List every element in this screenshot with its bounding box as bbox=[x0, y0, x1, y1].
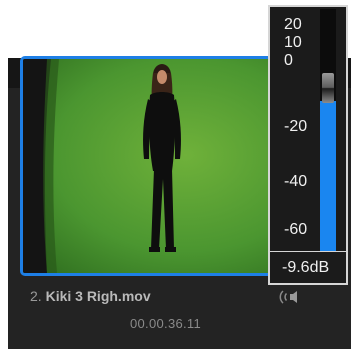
volume-readout[interactable]: -9.6dB bbox=[270, 253, 346, 281]
meter-scale-minus20: -20 bbox=[284, 118, 308, 135]
volume-slider-track[interactable] bbox=[320, 9, 336, 251]
volume-meter-popup: 20 10 0 -20 -40 -60 -9.6dB bbox=[268, 5, 348, 285]
volume-value: -9.6dB bbox=[282, 259, 330, 276]
clip-filename: Kiki 3 Righ.mov bbox=[45, 288, 151, 304]
meter-divider bbox=[270, 251, 346, 252]
volume-slider-handle[interactable] bbox=[322, 73, 334, 103]
clip-name-label: 2. Kiki 3 Righ.mov bbox=[30, 288, 151, 304]
volume-level-bar bbox=[320, 101, 336, 251]
clip-timecode: 00.00.36.11 bbox=[130, 316, 202, 331]
meter-scale-0: 0 bbox=[284, 52, 293, 69]
meter-scale-10: 10 bbox=[284, 34, 302, 51]
meter-scale-minus60: -60 bbox=[284, 221, 308, 238]
speaker-icon[interactable] bbox=[279, 289, 301, 305]
clip-index: 2. bbox=[30, 288, 42, 304]
meter-scale-20: 20 bbox=[284, 16, 302, 33]
meter-scale-minus40: -40 bbox=[284, 173, 308, 190]
